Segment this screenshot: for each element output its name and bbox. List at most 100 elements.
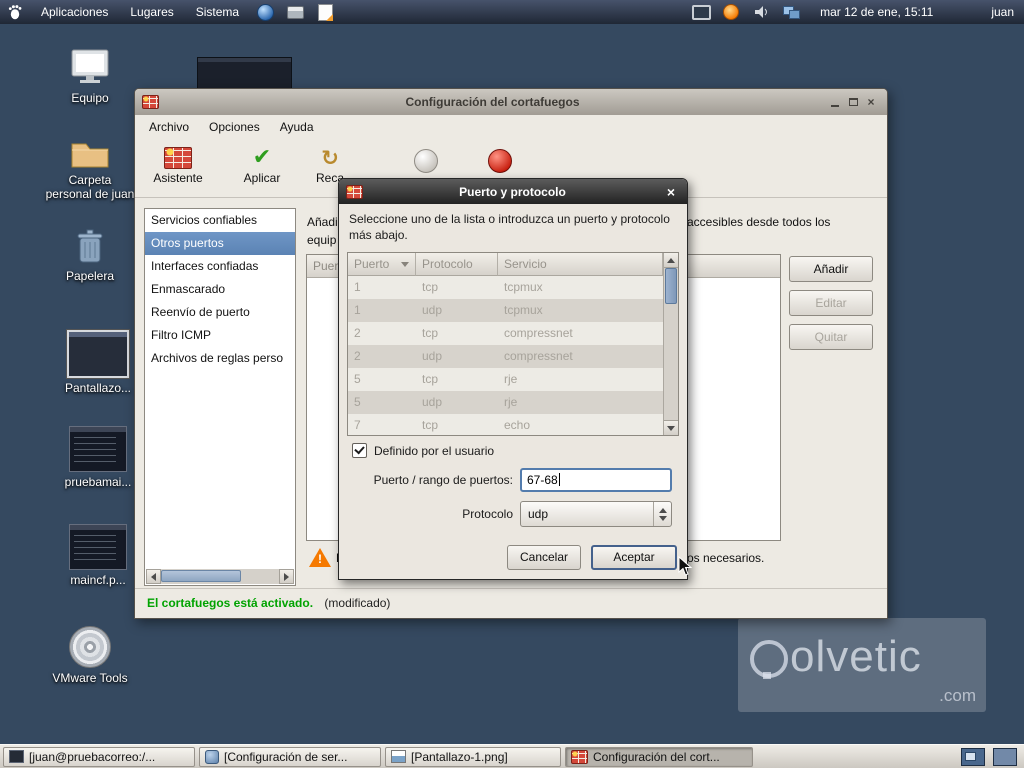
scroll-up-button[interactable] — [664, 253, 678, 268]
gnome-menu-icon[interactable] — [4, 1, 26, 23]
accept-button[interactable]: Aceptar — [591, 545, 677, 570]
menu-ayuda[interactable]: Ayuda — [270, 115, 324, 140]
scroll-down-button[interactable] — [664, 420, 678, 435]
menu-bar: Archivo Opciones Ayuda — [135, 115, 887, 140]
sidebar-item-reenvio-de-puerto[interactable]: Reenvío de puerto — [145, 301, 295, 324]
taskbar-item-terminal[interactable]: [juan@pruebacorreo:/... — [3, 746, 195, 767]
workspace-2[interactable] — [993, 747, 1017, 766]
cell-protocolo: tcp — [422, 372, 439, 386]
user-defined-checkbox[interactable]: Definido por el usuario — [352, 443, 494, 458]
cell-servicio: compressnet — [504, 326, 573, 340]
edit-button[interactable]: Editar — [789, 290, 873, 316]
protocol-value: udp — [528, 507, 549, 521]
desktop-icon-pruebamail[interactable]: pruebamai... — [52, 426, 144, 489]
scrollbar-thumb[interactable] — [665, 268, 677, 304]
mouse-cursor — [678, 555, 693, 580]
screen-share-icon[interactable] — [690, 1, 712, 23]
column-header-protocolo[interactable]: Protocolo — [416, 253, 498, 276]
spinner-arrows-icon[interactable] — [653, 502, 671, 526]
menu-lugares[interactable]: Lugares — [119, 0, 184, 24]
horizontal-scrollbar[interactable] — [146, 569, 294, 584]
sidebar-item-filtro-icmp[interactable]: Filtro ICMP — [145, 324, 295, 347]
menu-aplicaciones[interactable]: Aplicaciones — [30, 0, 119, 24]
warning-exclamation: ! — [318, 552, 322, 566]
protocol-select[interactable]: udp — [520, 501, 672, 527]
orange-star-icon — [723, 4, 740, 20]
network-monitor-icon[interactable] — [780, 1, 802, 23]
maximize-button[interactable] — [844, 94, 862, 110]
port-list-row: 2 udp compressnet — [348, 345, 678, 368]
dialog-instruction: Seleccione uno de la lista o introduzca … — [349, 212, 670, 242]
toolbar-label: Aplicar — [243, 171, 281, 185]
sidebar-item-servicios-confiables[interactable]: Servicios confiables — [145, 209, 295, 232]
taskbar-label: [Configuración de ser... — [224, 749, 348, 764]
editor-launcher-icon[interactable] — [314, 1, 336, 23]
cell-puerto: 7 — [354, 418, 361, 432]
terminal-thumbnail-icon — [69, 524, 127, 570]
firewall-app-icon — [346, 184, 363, 199]
menu-archivo[interactable]: Archivo — [139, 115, 199, 140]
port-list-row: 7 tcp echo — [348, 414, 678, 435]
taskbar-label: Configuración del cort... — [593, 749, 720, 764]
workspace-1[interactable] — [961, 747, 985, 766]
column-label: Servicio — [504, 257, 547, 271]
column-header-puerto[interactable]: Puerto — [348, 253, 416, 276]
close-button[interactable]: × — [862, 94, 880, 110]
update-notifier-icon[interactable] — [720, 1, 742, 23]
sort-indicator-icon — [401, 261, 410, 267]
printer-launcher-icon[interactable] — [284, 1, 306, 23]
cancel-button[interactable]: Cancelar — [507, 545, 581, 570]
desktop-icon-maincf[interactable]: maincf.p... — [52, 524, 144, 587]
minimize-button[interactable] — [826, 94, 844, 110]
desktop-icon-equipo[interactable]: Equipo — [44, 48, 136, 105]
computer-icon — [71, 49, 109, 83]
scroll-right-button[interactable] — [279, 569, 294, 584]
cell-servicio: rje — [504, 372, 518, 386]
scrollbar-thumb[interactable] — [161, 570, 242, 582]
sidebar-item-otros-puertos[interactable]: Otros puertos — [145, 232, 295, 255]
clock[interactable]: mar 12 de ene, 15:11 — [820, 5, 933, 19]
desktop-icon-vmware-tools[interactable]: VMware Tools — [44, 626, 136, 685]
icon-label: Equipo — [71, 91, 109, 105]
icon-label: maincf.p... — [70, 573, 126, 587]
taskbar-item-config-servicios[interactable]: [Configuración de ser... — [199, 746, 381, 767]
sidebar-item-archivos-de-reglas[interactable]: Archivos de reglas perso — [145, 347, 295, 370]
dvd-disc-icon — [69, 626, 111, 668]
column-header-servicio[interactable]: Servicio — [498, 253, 663, 276]
text-editor-icon — [317, 3, 333, 21]
scroll-left-button[interactable] — [146, 569, 161, 584]
cell-puerto: 5 — [354, 372, 361, 386]
sidebar-item-enmascarado[interactable]: Enmascarado — [145, 278, 295, 301]
volume-icon[interactable] — [750, 1, 772, 23]
menu-opciones[interactable]: Opciones — [199, 115, 270, 140]
red-circle-icon[interactable] — [488, 149, 512, 173]
dialog-titlebar[interactable]: Puerto y protocolo × — [339, 179, 687, 204]
cell-protocolo: tcp — [422, 280, 439, 294]
port-list-row: 2 tcp compressnet — [348, 322, 678, 345]
browser-launcher-icon[interactable] — [254, 1, 276, 23]
desktop-icon-pantallazo[interactable]: Pantallazo... — [52, 330, 144, 395]
port-range-input[interactable]: 67-68 — [520, 468, 672, 492]
window-titlebar[interactable]: Configuración del cortafuegos × — [135, 89, 887, 115]
user-menu[interactable]: juan — [991, 5, 1014, 19]
checkbox-checked-icon[interactable] — [352, 443, 367, 458]
firewall-app-icon — [571, 749, 588, 764]
vertical-scrollbar[interactable] — [663, 253, 678, 435]
add-button[interactable]: Añadir — [789, 256, 873, 282]
delete-button[interactable]: Quitar — [789, 324, 873, 350]
cell-puerto: 2 — [354, 349, 361, 363]
sidebar-item-interfaces-confiadas[interactable]: Interfaces confiadas — [145, 255, 295, 278]
printer-icon — [286, 5, 304, 19]
toolbar-asistente-button[interactable]: Asistente — [143, 145, 213, 185]
scrollbar-track[interactable] — [161, 569, 279, 584]
menu-sistema[interactable]: Sistema — [185, 0, 250, 24]
trash-icon — [77, 229, 103, 263]
toolbar-aplicar-button[interactable]: ✔ Aplicar — [227, 145, 297, 186]
desktop-icon-trash[interactable]: Papelera — [44, 226, 136, 283]
taskbar-item-firewall-config[interactable]: Configuración del cort... — [565, 746, 753, 767]
dialog-close-button[interactable]: × — [662, 184, 680, 200]
gray-circle-icon[interactable] — [414, 149, 438, 173]
desktop-icon-home-folder[interactable]: Carpeta personal de juan — [44, 136, 136, 201]
cell-protocolo: udp — [422, 303, 443, 317]
taskbar-item-pantallazo[interactable]: [Pantallazo-1.png] — [385, 746, 561, 767]
